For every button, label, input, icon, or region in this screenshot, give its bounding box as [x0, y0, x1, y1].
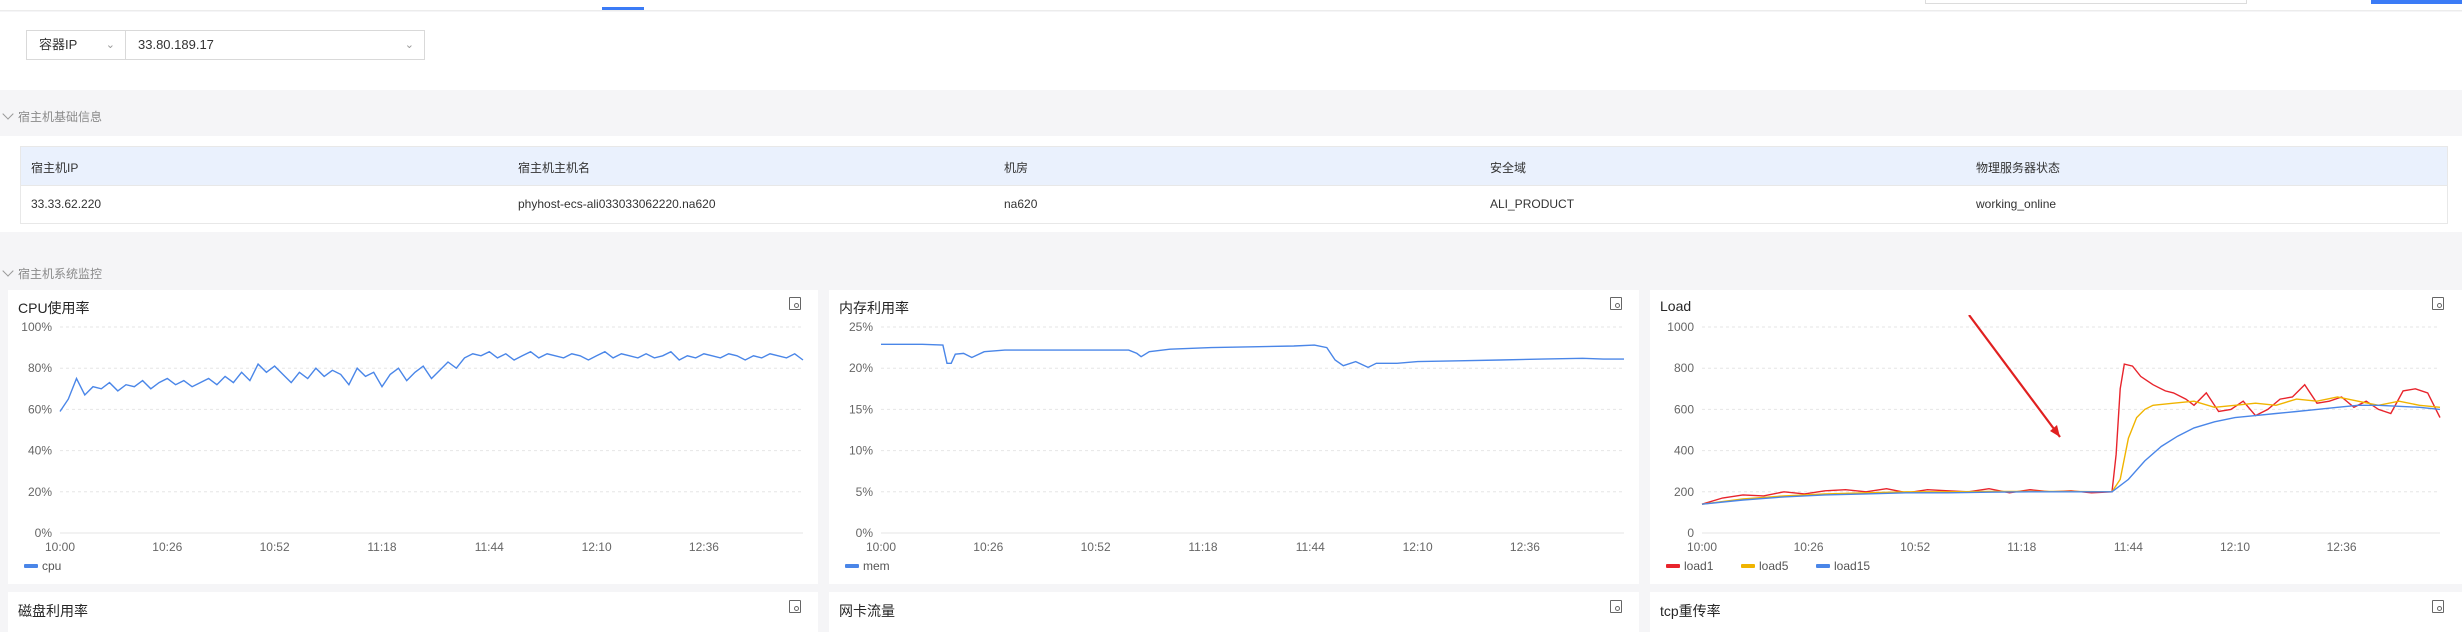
column-header-host-ip: 宿主机IP: [31, 161, 79, 175]
container-ip-select[interactable]: 33.80.189.17 ⌄: [125, 30, 425, 60]
x-tick-label: 11:18: [367, 540, 396, 554]
y-tick-label: 100%: [21, 320, 52, 334]
x-tick-label: 10:26: [1794, 540, 1824, 554]
y-tick-label: 0: [1687, 526, 1694, 540]
x-tick-label: 11:44: [2114, 540, 2143, 554]
y-tick-label: 1000: [1667, 320, 1694, 334]
detail-search-icon[interactable]: [1610, 600, 1622, 613]
y-tick-label: 600: [1674, 402, 1694, 416]
query-type-select-value: 容器IP: [39, 37, 78, 52]
disk-chart-card: [8, 592, 818, 632]
cpu-chart: 0% 20% 40% 60% 80% 100% 10:00 10:26 10:52 11:18 11…: [21, 320, 804, 573]
legend-swatch-load1: [1666, 564, 1680, 568]
column-header-idc: 机房: [1004, 161, 1029, 175]
top-search-box[interactable]: [1925, 0, 2247, 4]
y-tick-label: 800: [1674, 361, 1694, 375]
legend-label-load5: load5: [1759, 559, 1789, 573]
legend-swatch-load15: [1816, 564, 1830, 568]
y-tick-label: 60%: [28, 402, 52, 416]
series-line-load15: [1701, 404, 2441, 505]
y-tick-label: 0%: [856, 526, 874, 540]
y-tick-label: 25%: [849, 320, 873, 334]
annotation-arrow-line: [1968, 315, 2061, 438]
y-tick-label: 0%: [35, 526, 53, 540]
legend-swatch-load5: [1741, 564, 1755, 568]
detail-search-icon[interactable]: [789, 297, 801, 310]
x-tick-label: 11:18: [2007, 540, 2036, 554]
column-header-hostname: 宿主机主机名: [518, 161, 591, 175]
y-tick-label: 200: [1674, 485, 1694, 499]
legend-label-load1: load1: [1684, 559, 1714, 573]
table-divider: [20, 185, 2448, 186]
x-tick-label: 11:44: [475, 540, 504, 554]
load-chart-title: Load: [1660, 298, 1692, 314]
column-header-security-domain: 安全域: [1490, 161, 1527, 175]
x-tick-label: 12:36: [2327, 540, 2357, 554]
tcp-chart-card: [1650, 592, 2462, 632]
series-line-cpu: [59, 350, 804, 412]
x-tick-label: 12:10: [1403, 540, 1433, 554]
x-tick-label: 10:26: [973, 540, 1003, 554]
net-chart-card: [829, 592, 1639, 632]
cell-hostname: phyhost-ecs-ali033033062220.na620: [518, 197, 716, 211]
chevron-down-icon: ⌄: [105, 39, 115, 51]
host-info-section-title: 宿主机基础信息: [18, 110, 103, 124]
detail-search-icon[interactable]: [2432, 297, 2444, 310]
y-tick-label: 40%: [28, 444, 52, 458]
x-tick-label: 10:26: [152, 540, 182, 554]
detail-search-icon[interactable]: [2432, 600, 2444, 613]
y-tick-label: 5%: [856, 485, 874, 499]
active-tab-indicator: [602, 7, 644, 10]
x-tick-label: 12:36: [689, 540, 719, 554]
chevron-down-icon: ⌄: [404, 39, 414, 51]
legend-label-cpu: cpu: [42, 559, 61, 573]
net-chart-title: 网卡流量: [839, 603, 895, 619]
x-tick-label: 10:00: [866, 540, 896, 554]
cell-server-status: working_online: [1976, 197, 2057, 211]
top-primary-button[interactable]: [2371, 0, 2462, 4]
host-monitor-section-title: 宿主机系统监控: [18, 267, 103, 281]
y-tick-label: 15%: [849, 402, 873, 416]
x-tick-label: 11:18: [1188, 540, 1217, 554]
load-chart: 0 200 400 600 800 1000 10:00 10:26 10:52 11:18 11:…: [1666, 315, 2441, 573]
query-type-select[interactable]: 容器IP ⌄: [26, 30, 126, 60]
x-tick-label: 12:10: [2220, 540, 2250, 554]
series-line-mem: [881, 343, 1624, 369]
legend-label-load15: load15: [1834, 559, 1870, 573]
x-tick-label: 12:36: [1510, 540, 1540, 554]
x-tick-label: 10:00: [1687, 540, 1717, 554]
cell-host-ip: 33.33.62.220: [31, 197, 102, 211]
mem-chart: 0% 5% 10% 15% 20% 25% 10:00 10:26 10:52 11:18 11:4…: [845, 320, 1624, 573]
detail-search-icon[interactable]: [789, 600, 801, 613]
x-tick-label: 10:00: [45, 540, 75, 554]
y-tick-label: 10%: [849, 444, 873, 458]
tcp-chart-title: tcp重传率: [1660, 603, 1721, 619]
host-info-section-header[interactable]: 宿主机基础信息: [0, 108, 102, 125]
legend-swatch-cpu: [24, 564, 38, 568]
x-tick-label: 10:52: [1081, 540, 1111, 554]
host-monitor-section-header[interactable]: 宿主机系统监控: [0, 265, 102, 282]
y-tick-label: 20%: [849, 361, 873, 375]
x-tick-label: 12:10: [582, 540, 612, 554]
cell-idc: na620: [1004, 197, 1038, 211]
disk-chart-title: 磁盘利用率: [18, 603, 88, 619]
x-tick-label: 11:44: [1296, 540, 1325, 554]
collapse-chevron-icon: [2, 265, 14, 277]
detail-search-icon[interactable]: [1610, 297, 1622, 310]
y-tick-label: 20%: [28, 485, 52, 499]
y-tick-label: 400: [1674, 444, 1694, 458]
collapse-chevron-icon: [2, 108, 14, 120]
x-tick-label: 10:52: [260, 540, 290, 554]
legend-swatch-mem: [845, 564, 859, 568]
cell-security-domain: ALI_PRODUCT: [1490, 197, 1575, 211]
x-tick-label: 10:52: [1900, 540, 1930, 554]
y-tick-label: 80%: [28, 361, 52, 375]
column-header-server-status: 物理服务器状态: [1976, 161, 2061, 175]
legend-label-mem: mem: [863, 559, 890, 573]
container-ip-select-value: 33.80.189.17: [138, 37, 214, 52]
series-line-load1: [1701, 363, 2441, 505]
